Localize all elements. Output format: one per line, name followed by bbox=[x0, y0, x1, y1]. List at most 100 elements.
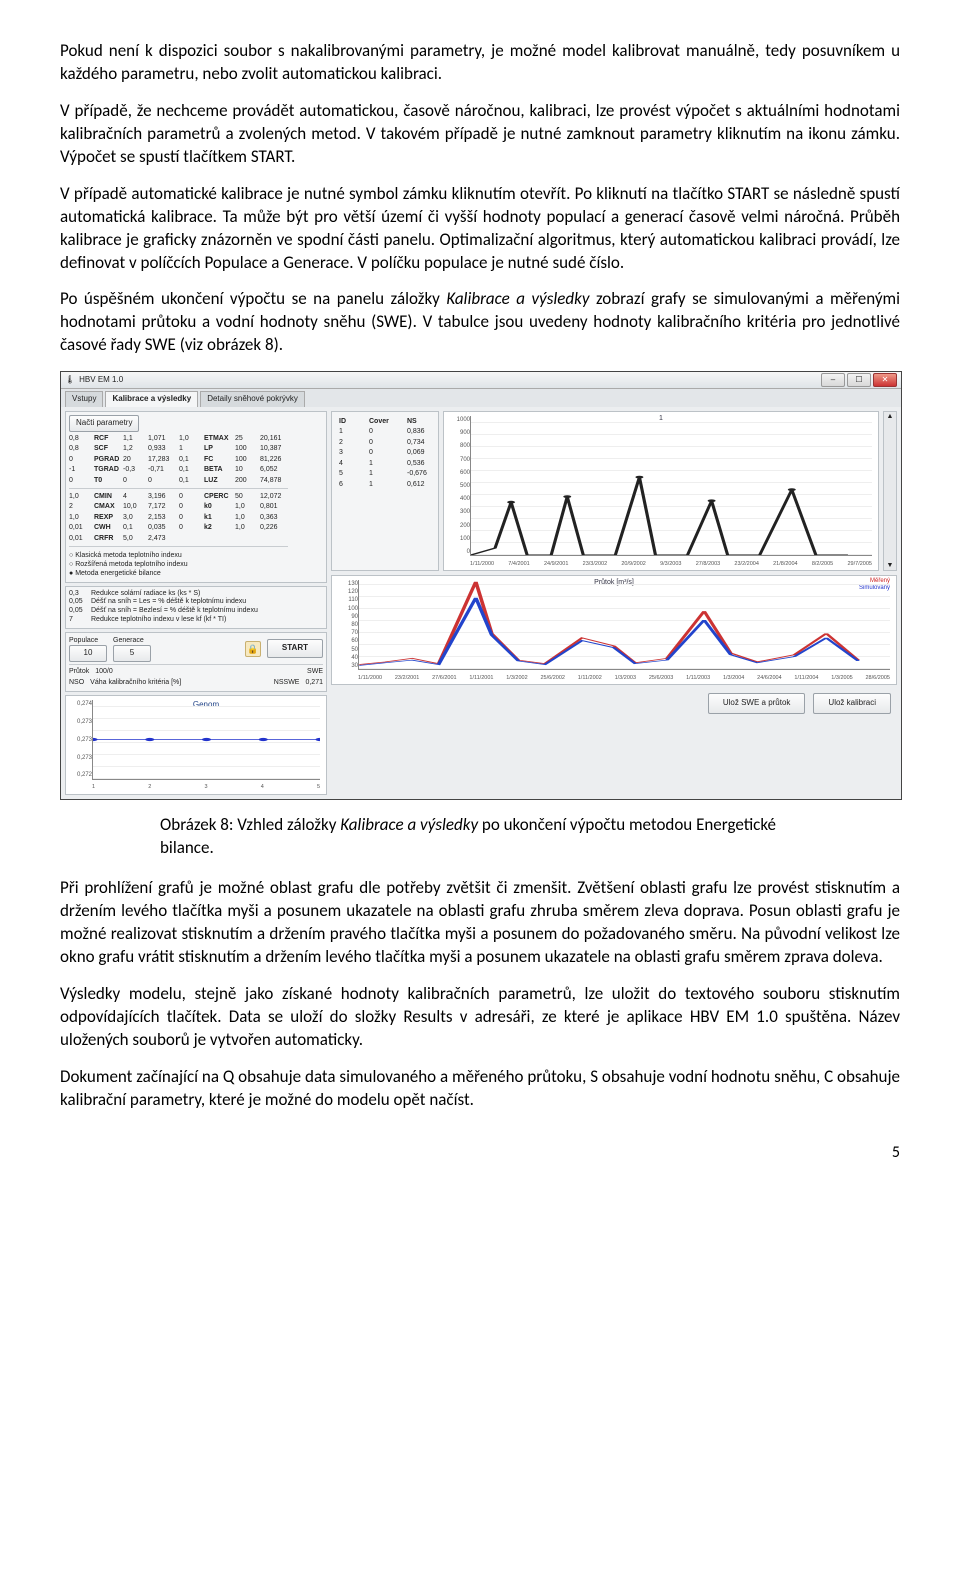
param-value[interactable]: 1,2 bbox=[123, 444, 145, 453]
tab-vstupy[interactable]: Vstupy bbox=[65, 391, 103, 407]
minimize-button[interactable]: – bbox=[821, 373, 845, 387]
param-value[interactable]: 0,1 bbox=[123, 523, 145, 532]
param-value[interactable]: 0,1 bbox=[179, 465, 201, 474]
param-value[interactable]: 0,1 bbox=[179, 476, 201, 485]
param-value[interactable]: 1,0 bbox=[235, 513, 257, 522]
param-value[interactable]: 1,0 bbox=[179, 434, 201, 443]
ns-cell: 0 bbox=[369, 448, 399, 457]
param-value[interactable]: -0,3 bbox=[123, 465, 145, 474]
param-value[interactable]: 0 bbox=[123, 476, 145, 485]
tab-detaily[interactable]: Detaily sněhové pokrývky bbox=[200, 391, 305, 407]
param-value[interactable]: 0 bbox=[179, 513, 201, 522]
param-value[interactable]: 1,0 bbox=[69, 513, 91, 522]
param-value[interactable]: 0 bbox=[69, 455, 91, 464]
param-value[interactable]: 6,052 bbox=[260, 465, 288, 474]
lock-icon[interactable]: 🔒 bbox=[245, 641, 261, 657]
param-value[interactable]: -0,71 bbox=[148, 465, 176, 474]
param-value[interactable]: 10,387 bbox=[260, 444, 288, 453]
param-value[interactable]: 1,071 bbox=[148, 434, 176, 443]
titlebar: 🌡 HBV EM 1.0 – ☐ ✕ bbox=[61, 372, 901, 389]
param-value[interactable]: -1 bbox=[69, 465, 91, 474]
param-value[interactable]: 200 bbox=[235, 476, 257, 485]
correction-row[interactable]: 7Redukce teplotního indexu v lese kf (kf… bbox=[69, 616, 323, 625]
param-value[interactable]: 17,283 bbox=[148, 455, 176, 464]
method-option[interactable]: Metoda energetické bilance bbox=[69, 569, 323, 578]
param-value[interactable]: 4 bbox=[123, 492, 145, 501]
param-value[interactable]: 100 bbox=[235, 455, 257, 464]
param-value[interactable]: 0,01 bbox=[69, 534, 91, 543]
param-value[interactable]: 0 bbox=[179, 502, 201, 511]
ns-cell: 0,536 bbox=[407, 459, 441, 468]
method-option[interactable]: Rozšířená metoda teplotního indexu bbox=[69, 560, 323, 569]
param-value[interactable]: 1,0 bbox=[235, 502, 257, 511]
param-value[interactable]: 0,8 bbox=[69, 444, 91, 453]
param-label: k1 bbox=[204, 513, 232, 522]
param-value[interactable]: 7,172 bbox=[148, 502, 176, 511]
param-value[interactable]: 50 bbox=[235, 492, 257, 501]
param-label: REXP bbox=[94, 513, 120, 522]
param-value[interactable]: 3,0 bbox=[123, 513, 145, 522]
correction-row[interactable]: 0,05Déšť na sníh = Les = % déště k teplo… bbox=[69, 598, 323, 607]
ns-cell: 0,612 bbox=[407, 480, 441, 489]
param-value[interactable]: 12,072 bbox=[260, 492, 288, 501]
param-label: k0 bbox=[204, 502, 232, 511]
tabs: Vstupy Kalibrace a výsledky Detaily sněh… bbox=[61, 389, 901, 407]
param-label: k2 bbox=[204, 523, 232, 532]
param-label: RCF bbox=[94, 434, 120, 443]
param-value[interactable]: 20 bbox=[123, 455, 145, 464]
param-value[interactable]: 0,01 bbox=[69, 523, 91, 532]
param-value[interactable]: 10,0 bbox=[123, 502, 145, 511]
param-value[interactable]: 100 bbox=[235, 444, 257, 453]
param-value[interactable]: 0,035 bbox=[148, 523, 176, 532]
populace-input[interactable]: 10 bbox=[69, 645, 107, 662]
param-value[interactable]: 2,473 bbox=[148, 534, 176, 543]
param-value[interactable]: 81,226 bbox=[260, 455, 288, 464]
maximize-button[interactable]: ☐ bbox=[847, 373, 871, 387]
param-value[interactable]: 20,161 bbox=[260, 434, 288, 443]
start-button[interactable]: START bbox=[267, 639, 323, 658]
close-button[interactable]: ✕ bbox=[873, 373, 897, 387]
param-value[interactable]: 0 bbox=[179, 523, 201, 532]
param-value[interactable]: 5,0 bbox=[123, 534, 145, 543]
param-value[interactable]: 10 bbox=[235, 465, 257, 474]
param-label: LUZ bbox=[204, 476, 232, 485]
load-params-button[interactable]: Načti parametry bbox=[69, 415, 139, 432]
param-value[interactable]: 0 bbox=[69, 476, 91, 485]
paragraph-2: V případě, že nechceme provádět automati… bbox=[60, 100, 900, 169]
generace-input[interactable]: 5 bbox=[113, 645, 151, 662]
param-value[interactable]: 0,1 bbox=[179, 455, 201, 464]
save-swe-button[interactable]: Ulož SWE a průtok bbox=[708, 693, 806, 714]
generace-label: Generace bbox=[113, 636, 151, 645]
correction-row[interactable]: 0,3Redukce solární radiace ks (ks * S) bbox=[69, 590, 323, 599]
param-value[interactable]: 1,0 bbox=[235, 523, 257, 532]
tab-kalibrace[interactable]: Kalibrace a výsledky bbox=[105, 391, 198, 407]
param-value[interactable]: 0,8 bbox=[69, 434, 91, 443]
paragraph-7: Dokument začínající na Q obsahuje data s… bbox=[60, 1066, 900, 1112]
param-value[interactable]: 0,801 bbox=[260, 502, 288, 511]
sidebar: Načti parametry 0,8RCF1,11,0711,0ETMAX25… bbox=[65, 411, 327, 795]
save-cal-button[interactable]: Ulož kalibraci bbox=[813, 693, 891, 714]
param-value[interactable]: 0 bbox=[148, 476, 176, 485]
app-title: HBV EM 1.0 bbox=[79, 375, 123, 386]
param-value[interactable]: 25 bbox=[235, 434, 257, 443]
param-value[interactable]: 0,363 bbox=[260, 513, 288, 522]
paragraph-6: Výsledky modelu, stejně jako získané hod… bbox=[60, 983, 900, 1052]
correction-row[interactable]: 0,05Déšť na sníh = Bezlesí = % déště k t… bbox=[69, 607, 323, 616]
param-value[interactable]: 1,0 bbox=[69, 492, 91, 501]
nsswe-value: 0,271 bbox=[305, 678, 323, 687]
param-value[interactable]: 2 bbox=[69, 502, 91, 511]
param-value[interactable]: 3,196 bbox=[148, 492, 176, 501]
param-value[interactable]: 74,878 bbox=[260, 476, 288, 485]
ns-cell: 3 bbox=[339, 448, 361, 457]
param-value[interactable]: 1 bbox=[179, 444, 201, 453]
param-label: CMAX bbox=[94, 502, 120, 511]
param-value[interactable]: 1,1 bbox=[123, 434, 145, 443]
paragraph-5: Při prohlížení grafů je možné oblast gra… bbox=[60, 877, 900, 969]
param-value[interactable]: 0,933 bbox=[148, 444, 176, 453]
param-value[interactable]: 0 bbox=[179, 492, 201, 501]
vaha-label: Váha kalibračního kritéria [%] bbox=[90, 678, 181, 687]
method-option[interactable]: Klasická metoda teplotního indexu bbox=[69, 551, 323, 560]
param-value[interactable]: 0,226 bbox=[260, 523, 288, 532]
scrollbar[interactable] bbox=[883, 411, 897, 571]
param-value[interactable]: 2,153 bbox=[148, 513, 176, 522]
